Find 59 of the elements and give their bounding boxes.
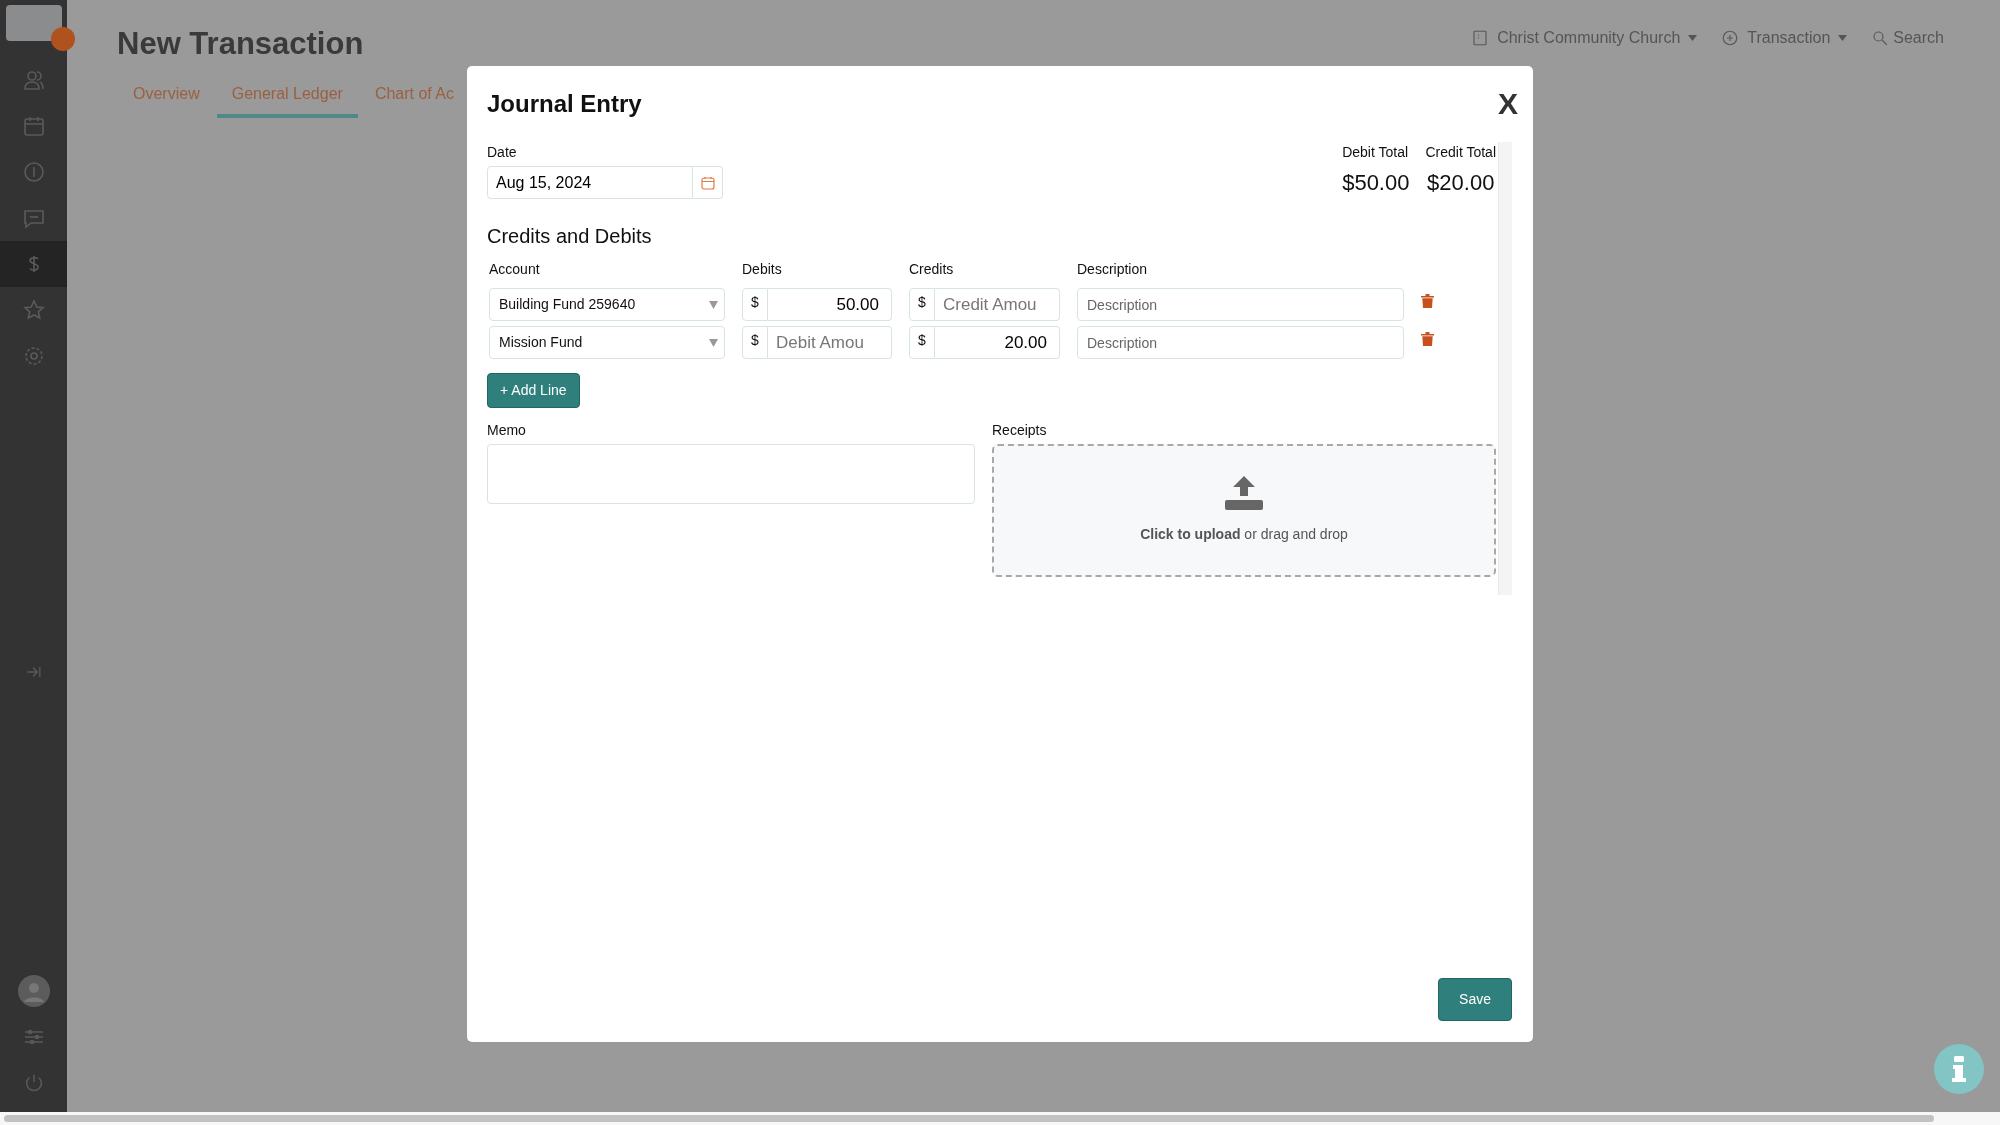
dialog-title: Journal Entry bbox=[487, 89, 642, 119]
upload-icon bbox=[1225, 476, 1263, 510]
coin-icon bbox=[21, 160, 46, 184]
upload-dropzone[interactable]: Click to upload or drag and drop bbox=[992, 444, 1496, 577]
date-field[interactable]: Aug 15, 2024 bbox=[487, 166, 693, 199]
calendar-icon bbox=[700, 175, 715, 190]
field-label: Receipts bbox=[992, 421, 1048, 440]
caret-icon bbox=[1688, 35, 1698, 41]
avatar-icon bbox=[17, 975, 50, 1007]
field-label: Memo bbox=[487, 421, 527, 440]
page-title: New Transaction bbox=[117, 25, 364, 63]
search-button[interactable]: Search bbox=[1871, 26, 1944, 50]
calendar-icon bbox=[21, 114, 46, 138]
amount-field[interactable]: 20.00 bbox=[935, 326, 1060, 359]
total-amount: $50.00 bbox=[1342, 169, 1410, 197]
memo-field[interactable] bbox=[487, 444, 975, 504]
total-label: Debit Total bbox=[1342, 143, 1410, 162]
info-button[interactable] bbox=[1934, 1044, 1984, 1094]
amount-field[interactable]: Credit Amou bbox=[935, 288, 1060, 321]
sidebar-item[interactable] bbox=[0, 241, 67, 287]
section-heading: Credits and Debits bbox=[487, 224, 653, 249]
column-header: Account bbox=[489, 260, 541, 279]
trash-icon bbox=[1421, 331, 1434, 346]
star-icon bbox=[21, 298, 46, 322]
amount-field[interactable]: 50.00 bbox=[768, 288, 892, 321]
currency-sign: $ bbox=[909, 288, 935, 321]
account-select[interactable]: Mission Fund bbox=[489, 326, 725, 359]
notification-dot bbox=[50, 27, 75, 51]
upload-prompt: Click to upload or drag and drop bbox=[1140, 525, 1348, 544]
info-icon bbox=[1951, 1056, 1967, 1082]
amount-field[interactable]: Debit Amou bbox=[768, 326, 892, 359]
calendar-button[interactable] bbox=[693, 166, 723, 199]
organization-menu[interactable]: Christ Community Church bbox=[1471, 26, 1698, 50]
building-icon bbox=[1471, 29, 1490, 47]
total-label: Credit Total bbox=[1425, 143, 1496, 162]
search-icon bbox=[1871, 29, 1890, 47]
account-select[interactable]: Building Fund 259640 bbox=[489, 288, 725, 321]
currency-sign: $ bbox=[909, 326, 935, 359]
delete-button[interactable] bbox=[1421, 331, 1434, 346]
currency-sign: $ bbox=[742, 326, 768, 359]
total-amount: $20.00 bbox=[1426, 169, 1496, 197]
save-button[interactable]: Save bbox=[1438, 978, 1512, 1021]
caret-icon bbox=[709, 300, 718, 309]
description-field[interactable]: Description bbox=[1077, 326, 1404, 359]
add-line-button[interactable]: + Add Line bbox=[487, 373, 580, 408]
column-header: Debits bbox=[742, 260, 783, 279]
close-button[interactable]: X bbox=[1498, 89, 1518, 119]
trash-icon bbox=[1421, 293, 1434, 308]
delete-button[interactable] bbox=[1421, 293, 1434, 308]
caret-icon bbox=[709, 338, 718, 347]
context-menu[interactable]: Transaction bbox=[1721, 26, 1848, 50]
column-header: Credits bbox=[909, 260, 955, 279]
people-icon bbox=[21, 68, 46, 92]
caret-icon bbox=[1838, 35, 1848, 41]
circle-icon bbox=[1721, 29, 1740, 47]
description-field[interactable]: Description bbox=[1077, 288, 1404, 321]
column-header: Description bbox=[1077, 260, 1149, 279]
field-label: Date bbox=[487, 143, 518, 162]
currency-sign: $ bbox=[742, 288, 768, 321]
